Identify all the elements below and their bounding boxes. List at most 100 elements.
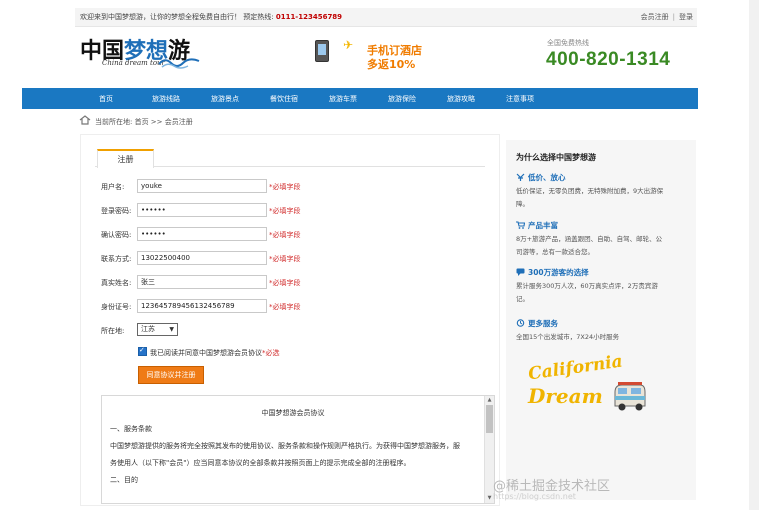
why-choose-sidebar: 为什么选择中国梦想游 低价、放心 低价保证，无零负团费，无特殊附加费，9大出游保…	[506, 140, 696, 500]
form-row-password: 登录密码: •••••• *必填字段	[81, 203, 499, 219]
agreement-line: 中国梦想游提供的服务将完全按照其发布的使用协议、服务条款和操作规则严格执行。为获…	[110, 442, 460, 450]
section-head-text: 产品丰富	[528, 221, 558, 230]
idcard-input[interactable]: 123645789456132456789	[137, 299, 267, 313]
login-link[interactable]: 登录	[679, 13, 693, 21]
agreement-line: 务使用人（以下称"会员"）应当同意本协议的全部条款并按照页面上的提示完成全部的注…	[110, 459, 411, 467]
form-row-realname: 真实姓名: 张三 *必填字段	[81, 275, 499, 291]
sidebar-section-heading: 产品丰富	[516, 220, 558, 231]
submit-register-button[interactable]: 同意协议并注册	[138, 366, 204, 384]
required-hint: *必填字段	[269, 183, 301, 191]
sidebar-section-text: 8万+旅游产品，涵盖跟团、自助、自驾、邮轮、公司游等，总有一款适合您。	[516, 235, 663, 256]
van-icon	[614, 382, 646, 411]
hotel-promo[interactable]: ✈ 手机订酒店 多返10%	[315, 38, 465, 74]
location-value: 江苏	[141, 325, 155, 333]
realname-label: 真实姓名:	[101, 279, 132, 287]
password-input[interactable]: ••••••	[137, 203, 267, 217]
section-head-text: 更多服务	[528, 319, 558, 328]
sidebar-section-heading: 更多服务	[516, 318, 558, 329]
realname-input[interactable]: 张三	[137, 275, 267, 289]
sidebar-section-text: 低价保证，无零负团费，无特殊附加费，9大出游保障。	[516, 187, 664, 208]
service-icon	[516, 319, 525, 327]
contact-input[interactable]: 13022500400	[137, 251, 267, 265]
welcome-message: 欢迎来到中国梦想游，让你的梦想全程免费自由行！ 预定热线: 0111-12345…	[80, 12, 342, 22]
page: 欢迎来到中国梦想游，让你的梦想全程免费自由行！ 预定热线: 0111-12345…	[0, 0, 759, 510]
wave-icon	[158, 58, 200, 69]
main-nav: 首页 旅游线路 旅游景点 餐饮住宿 旅游车票 旅游保险 旅游攻略 注意事项	[22, 88, 698, 109]
breadcrumb: 当前所在地: 首页 >> 会员注册	[75, 113, 697, 131]
promo-line-2: 多返10%	[367, 58, 416, 71]
home-icon	[79, 115, 91, 125]
hotline-number: 0111-123456789	[275, 13, 343, 21]
agreement-line: 二、目的	[110, 476, 138, 484]
section-head-text: 300万游客的选择	[528, 268, 589, 277]
scroll-down-icon[interactable]: ▼	[486, 495, 493, 502]
required-hint: *必填字段	[269, 231, 301, 239]
location-label: 所在地:	[101, 327, 125, 335]
idcard-label: 身份证号:	[101, 303, 132, 311]
free-hotline-number: 400-820-1314	[546, 49, 671, 70]
required-hint: *必填字段	[269, 279, 301, 287]
chat-icon	[516, 268, 525, 276]
register-panel: 注册 用户名: youke *必填字段 登录密码: •••••• *必填字段 确…	[80, 134, 500, 506]
nav-item-attractions[interactable]: 旅游景点	[211, 94, 239, 104]
free-hotline-label: 全国免费热线	[547, 39, 589, 47]
password-label: 登录密码:	[101, 207, 132, 215]
dream-line-2: Dream	[528, 384, 603, 408]
confirm-password-input[interactable]: ••••••	[137, 227, 267, 241]
agree-required: *必选	[262, 349, 280, 357]
top-links: 会员注册 | 登录	[641, 12, 693, 22]
sidebar-section-text: 累计服务300万人次，60万真实点评，2万贵宾游记。	[516, 282, 658, 303]
dream-line-1: California	[527, 351, 624, 385]
breadcrumb-text: 当前所在地: 首页 >> 会员注册	[95, 118, 193, 126]
nav-item-dining[interactable]: 餐饮住宿	[270, 94, 298, 104]
sidebar-section-text: 全国15个出发城市，7X24小时服务	[516, 333, 620, 341]
california-dream-banner[interactable]: California Dream	[524, 348, 654, 428]
required-hint: *必填字段	[269, 255, 301, 263]
form-row-idcard: 身份证号: 123645789456132456789 *必填字段	[81, 299, 499, 315]
username-input[interactable]: youke	[137, 179, 267, 193]
yen-icon	[516, 173, 525, 181]
plane-icon: ✈	[343, 38, 354, 52]
site-header: 中国梦想游 China dream tour ✈ 手机订酒店 多返10% 全国免…	[75, 26, 697, 88]
form-row-username: 用户名: youke *必填字段	[81, 179, 499, 195]
agree-text: 我已阅读并同意中国梦想游会员协议	[150, 349, 262, 357]
confirm-password-label: 确认密码:	[101, 231, 132, 239]
sidebar-title: 为什么选择中国梦想游	[516, 153, 596, 162]
hotline-label: 预定热线:	[243, 13, 274, 21]
agreement-line: 一、服务条款	[110, 425, 152, 433]
nav-item-notes[interactable]: 注意事项	[506, 94, 534, 104]
top-bar: 欢迎来到中国梦想游，让你的梦想全程免费自由行！ 预定热线: 0111-12345…	[75, 8, 697, 27]
site-logo[interactable]: 中国梦想游 China dream tour	[80, 33, 200, 73]
required-hint: *必填字段	[269, 207, 301, 215]
agree-checkbox[interactable]	[138, 346, 147, 356]
location-select[interactable]: 江苏 ▼	[137, 323, 178, 336]
register-link[interactable]: 会员注册	[641, 13, 669, 21]
form-row-location: 所在地: 江苏 ▼	[81, 323, 499, 339]
tab-register[interactable]: 注册	[97, 149, 154, 168]
page-scrollbar[interactable]	[749, 0, 759, 510]
section-head-text: 低价、放心	[528, 173, 566, 182]
divider: |	[672, 13, 675, 21]
agreement-title: 中国梦想游会员协议	[261, 409, 325, 417]
cart-icon	[516, 221, 525, 229]
nav-item-routes[interactable]: 旅游线路	[152, 94, 180, 104]
nav-item-home[interactable]: 首页	[99, 94, 113, 104]
agreement-textbox[interactable]: 中国梦想游会员协议 一、服务条款 中国梦想游提供的服务将完全按照其发布的使用协议…	[101, 395, 495, 504]
nav-item-insurance[interactable]: 旅游保险	[388, 94, 416, 104]
phone-icon	[315, 40, 329, 62]
welcome-text: 欢迎来到中国梦想游，让你的梦想全程免费自由行！	[80, 13, 241, 21]
required-hint: *必填字段	[269, 303, 301, 311]
form-row-contact: 联系方式: 13022500400 *必填字段	[81, 251, 499, 267]
contact-label: 联系方式:	[101, 255, 132, 263]
agree-label: 我已阅读并同意中国梦想游会员协议*必选	[150, 348, 280, 358]
scroll-up-icon[interactable]: ▲	[486, 397, 493, 404]
sidebar-section-heading: 300万游客的选择	[516, 267, 589, 278]
scrollbar-thumb[interactable]	[486, 405, 493, 433]
username-label: 用户名:	[101, 183, 125, 191]
nav-item-tickets[interactable]: 旅游车票	[329, 94, 357, 104]
logo-subtitle: China dream tour	[102, 59, 165, 67]
form-row-confirm-password: 确认密码: •••••• *必填字段	[81, 227, 499, 243]
watermark-url: https://blog.csdn.net	[493, 492, 576, 501]
nav-item-guides[interactable]: 旅游攻略	[447, 94, 475, 104]
sidebar-section-heading: 低价、放心	[516, 172, 566, 183]
